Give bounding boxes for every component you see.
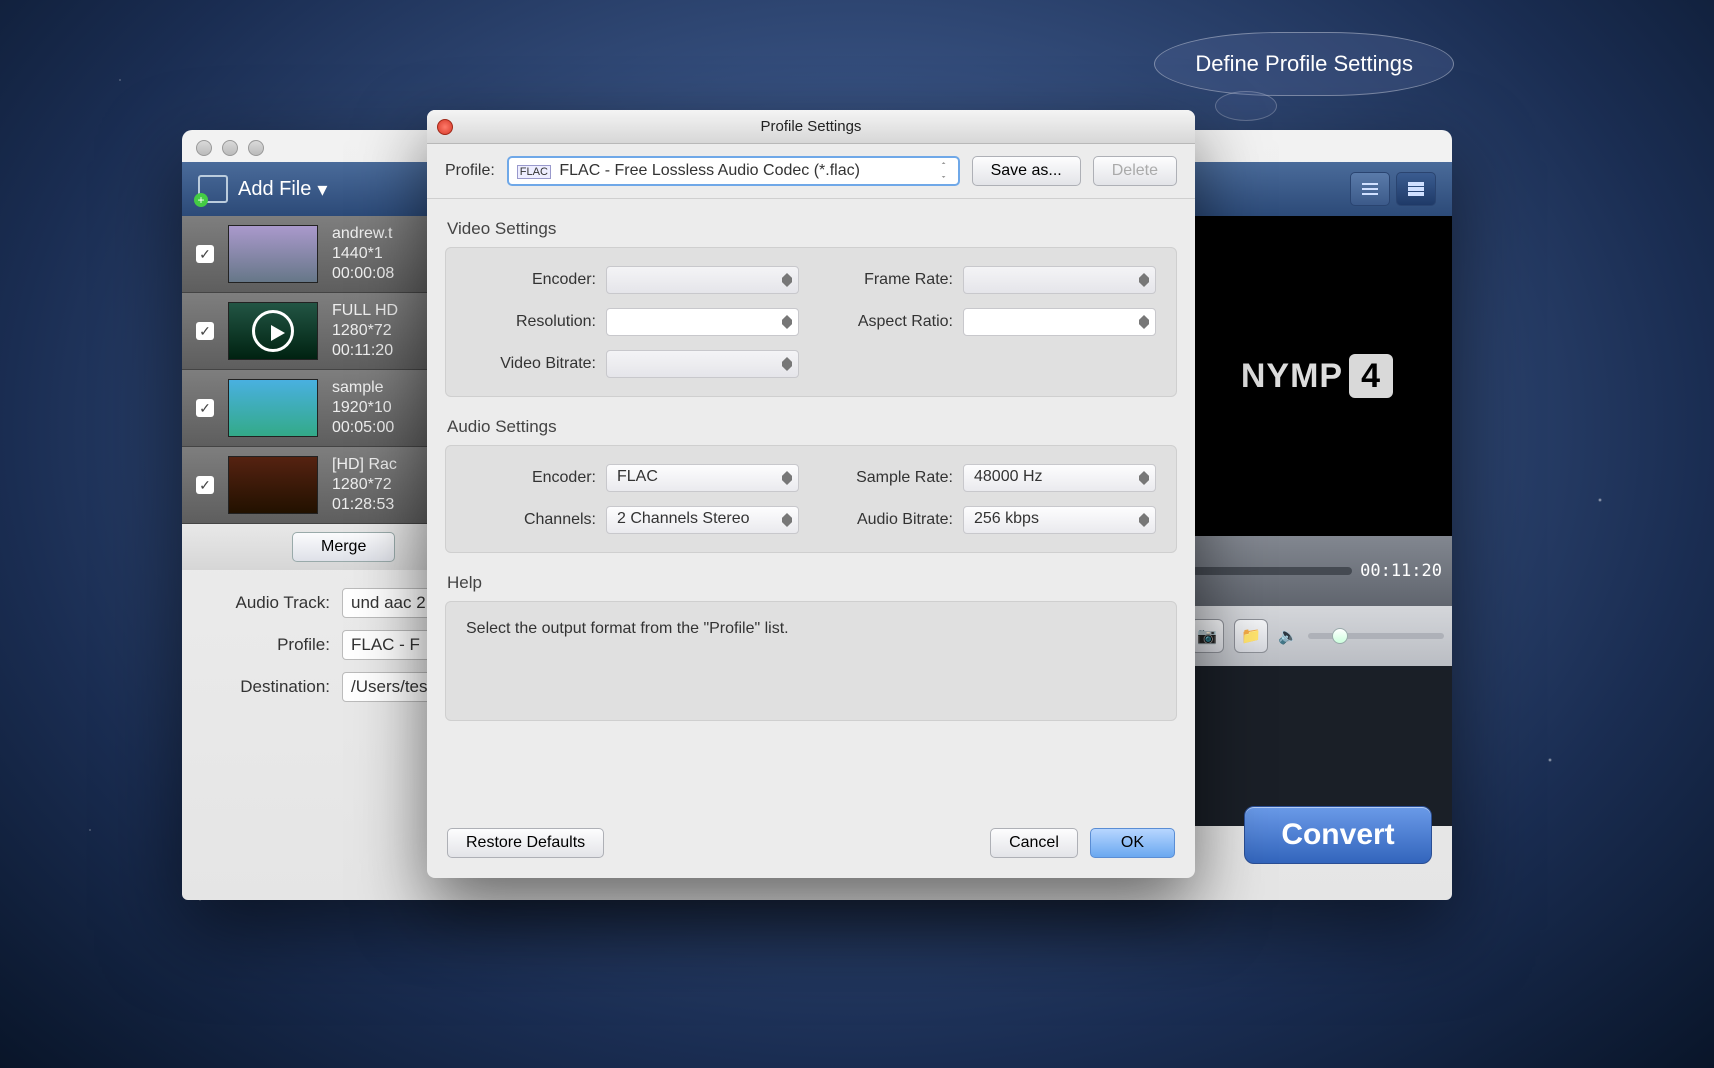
thumbnail: [228, 456, 318, 514]
audiotrack-label: Audio Track:: [202, 593, 330, 613]
audio-encoder-label: Encoder:: [466, 469, 596, 487]
profile-settings-dialog: Profile Settings Profile: FLAC FLAC - Fr…: [427, 110, 1195, 878]
volume-slider[interactable]: [1308, 633, 1444, 639]
volume-icon: 🔈: [1278, 626, 1298, 646]
video-bitrate-dropdown[interactable]: [606, 350, 799, 378]
view-grid-button[interactable]: [1396, 172, 1436, 206]
dialog-title: Profile Settings: [761, 118, 862, 135]
audio-samplerate-dropdown[interactable]: 48000 Hz: [963, 464, 1156, 492]
file-meta: andrew.t 1440*1 00:00:08: [332, 224, 394, 284]
preview-controls-lower: 📷 📁 🔈: [1182, 606, 1452, 666]
file-meta: sample 1920*10 00:05:00: [332, 378, 394, 438]
profile-dropdown[interactable]: FLAC FLAC - Free Lossless Audio Codec (*…: [507, 156, 960, 186]
checkbox-icon[interactable]: ✓: [196, 476, 214, 494]
preview-pane: NYMP4 00:11:20 📷 📁 🔈: [1182, 216, 1452, 826]
merge-button[interactable]: Merge: [292, 532, 395, 562]
file-meta: FULL HD 1280*72 00:11:20: [332, 301, 398, 361]
seek-slider[interactable]: [1192, 567, 1352, 575]
folder-icon: 📁: [1241, 626, 1261, 646]
video-aspect-dropdown[interactable]: [963, 308, 1156, 336]
video-settings-box: Encoder: Frame Rate: Resolution: Aspect …: [445, 247, 1177, 397]
help-text: Select the output format from the "Profi…: [445, 601, 1177, 721]
audio-encoder-dropdown[interactable]: FLAC: [606, 464, 799, 492]
preview-controls: 00:11:20: [1182, 536, 1452, 606]
cancel-button[interactable]: Cancel: [990, 828, 1078, 858]
audio-samplerate-label: Sample Rate:: [823, 469, 953, 487]
add-file-icon: [198, 175, 228, 203]
view-list-button[interactable]: [1350, 172, 1390, 206]
ok-button[interactable]: OK: [1090, 828, 1175, 858]
video-resolution-label: Resolution:: [466, 313, 596, 331]
preview-time: 00:11:20: [1360, 561, 1442, 581]
audio-channels-label: Channels:: [466, 511, 596, 529]
video-settings-heading: Video Settings: [427, 199, 1195, 247]
delete-button: Delete: [1093, 156, 1177, 186]
traffic-min-icon[interactable]: [222, 140, 238, 156]
add-file-button[interactable]: Add File: [238, 178, 311, 201]
dialog-top-row: Profile: FLAC FLAC - Free Lossless Audio…: [427, 144, 1195, 199]
checkbox-icon[interactable]: ✓: [196, 322, 214, 340]
audio-bitrate-dropdown[interactable]: 256 kbps: [963, 506, 1156, 534]
convert-button[interactable]: Convert: [1244, 806, 1432, 864]
volume-thumb-icon[interactable]: [1332, 628, 1348, 644]
traffic-zoom-icon[interactable]: [248, 140, 264, 156]
flac-badge-icon: FLAC: [517, 165, 551, 179]
help-heading: Help: [427, 553, 1195, 601]
video-framerate-dropdown[interactable]: [963, 266, 1156, 294]
open-folder-button[interactable]: 📁: [1234, 619, 1268, 653]
thumbnail: [228, 302, 318, 360]
video-bitrate-label: Video Bitrate:: [466, 355, 596, 373]
close-icon[interactable]: [437, 119, 453, 135]
audio-settings-heading: Audio Settings: [427, 397, 1195, 445]
checkbox-icon[interactable]: ✓: [196, 245, 214, 263]
video-framerate-label: Frame Rate:: [823, 271, 953, 289]
thumbnail: [228, 225, 318, 283]
traffic-close-icon[interactable]: [196, 140, 212, 156]
video-resolution-dropdown[interactable]: [606, 308, 799, 336]
video-encoder-label: Encoder:: [466, 271, 596, 289]
audio-bitrate-label: Audio Bitrate:: [823, 511, 953, 529]
snapshot-button[interactable]: 📷: [1190, 619, 1224, 653]
dialog-footer: Restore Defaults Cancel OK: [427, 808, 1195, 878]
video-encoder-dropdown[interactable]: [606, 266, 799, 294]
audio-channels-dropdown[interactable]: 2 Channels Stereo: [606, 506, 799, 534]
file-meta: [HD] Rac 1280*72 01:28:53: [332, 455, 397, 515]
profile-label: Profile:: [445, 162, 495, 180]
video-aspect-label: Aspect Ratio:: [823, 313, 953, 331]
dialog-title-bar: Profile Settings: [427, 110, 1195, 144]
destination-label: Destination:: [202, 677, 330, 697]
thumbnail: [228, 379, 318, 437]
callout-define-profile: Define Profile Settings: [1154, 32, 1454, 96]
profile-label: Profile:: [202, 635, 330, 655]
checkbox-icon[interactable]: ✓: [196, 399, 214, 417]
audio-settings-box: Encoder: FLAC Sample Rate: 48000 Hz Channe…: [445, 445, 1177, 553]
save-as-button[interactable]: Save as...: [972, 156, 1081, 186]
camera-icon: 📷: [1197, 626, 1217, 646]
chevron-down-icon[interactable]: ▾: [317, 177, 327, 202]
preview-screen: NYMP4: [1182, 216, 1452, 536]
restore-defaults-button[interactable]: Restore Defaults: [447, 828, 604, 858]
